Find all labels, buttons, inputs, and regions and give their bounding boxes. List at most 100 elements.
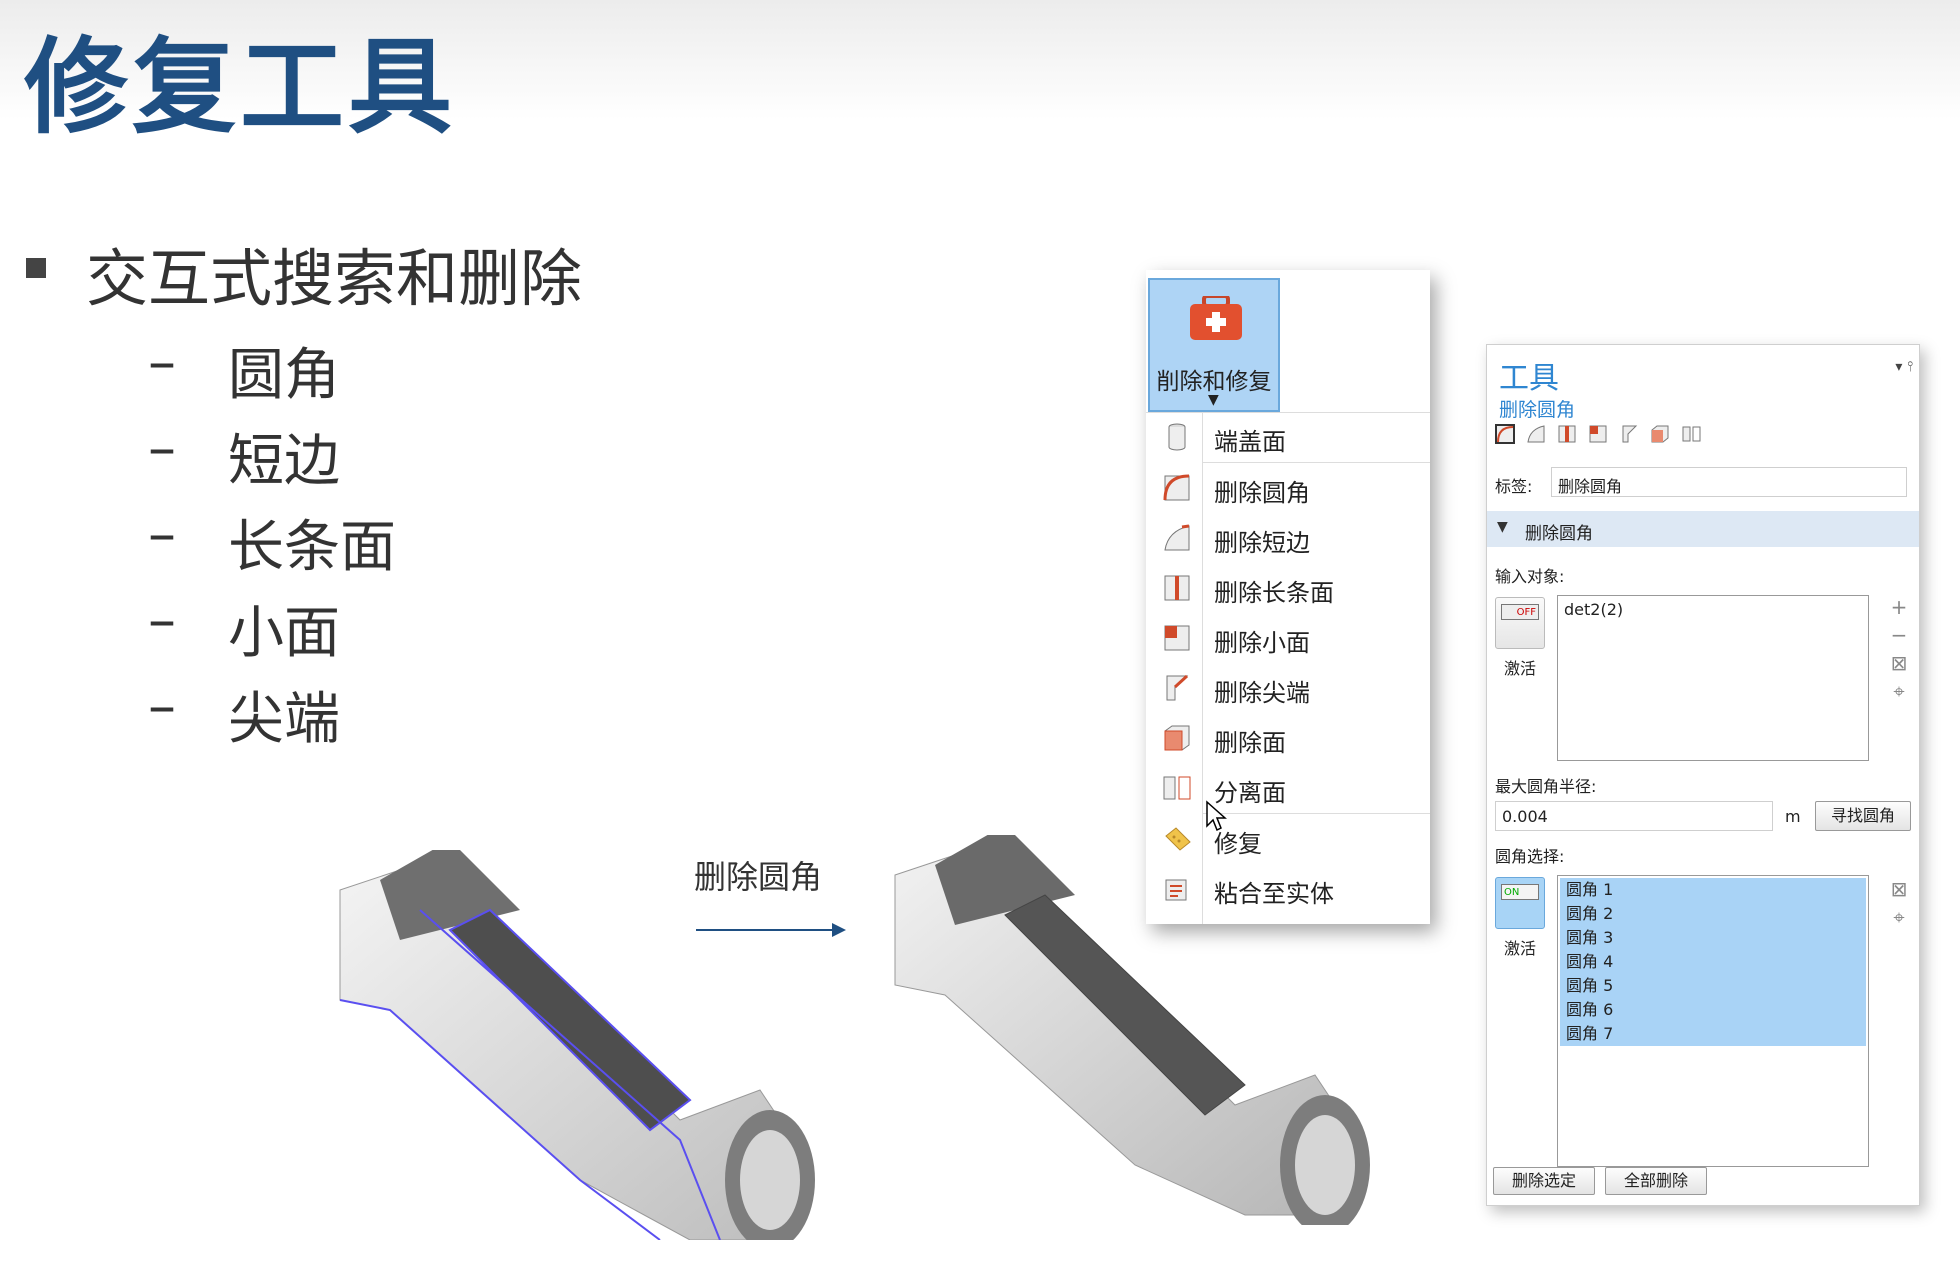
menu-item-label: 端盖面 bbox=[1214, 428, 1286, 456]
mouse-cursor-icon bbox=[1206, 800, 1227, 832]
input-objects-label: 输入对象: bbox=[1495, 567, 1565, 586]
input-object-item[interactable]: det2(2) bbox=[1558, 596, 1868, 623]
fillet-list-item[interactable]: 圆角 6 bbox=[1560, 998, 1866, 1022]
menu-item-knit-to-solid[interactable]: 粘合至实体 bbox=[1146, 864, 1430, 914]
delete-short-edge-toolbar-icon[interactable] bbox=[1526, 424, 1546, 444]
sub-bullet-text: 短边 bbox=[228, 429, 340, 494]
panel-toolbar bbox=[1495, 423, 1708, 447]
menu-item-delete-short-edges[interactable]: 删除短边 bbox=[1146, 513, 1430, 563]
first-aid-kit-icon bbox=[1190, 296, 1242, 340]
delete-all-button[interactable]: 全部删除 bbox=[1605, 1167, 1707, 1195]
label-row: 标签: 删除圆角 bbox=[1495, 467, 1907, 499]
panel-subtitle: 删除圆角 bbox=[1499, 399, 1576, 421]
fillet-list-item[interactable]: 圆角 5 bbox=[1560, 974, 1866, 998]
sub-bullet-text: 尖端 bbox=[228, 687, 340, 752]
label-caption: 标签: bbox=[1495, 477, 1533, 496]
activate-label: 激活 bbox=[1503, 659, 1536, 678]
sub-bullet-dash: – bbox=[148, 588, 176, 653]
bullet-square bbox=[26, 258, 46, 278]
fillet-selection-listbox[interactable]: 圆角 1 圆角 2 圆角 3 圆角 4 圆角 5 圆角 6 圆角 7 bbox=[1557, 875, 1869, 1167]
menu-item-delete-small-faces[interactable]: 删除小面 bbox=[1146, 613, 1430, 663]
activate-toggle-on-button[interactable]: ON bbox=[1495, 877, 1545, 929]
menu-item-delete-sliver-faces[interactable]: 删除长条面 bbox=[1146, 563, 1430, 613]
delete-small-face-toolbar-icon[interactable] bbox=[1588, 424, 1608, 444]
panel-menu-caret-icon[interactable]: ▾ bbox=[1895, 359, 1902, 375]
knit-to-solid-icon bbox=[1165, 879, 1187, 901]
remove-icon[interactable]: − bbox=[1889, 621, 1909, 649]
menu-item-delete-spikes[interactable]: 删除尖端 bbox=[1146, 663, 1430, 713]
clear-selection-icon[interactable]: ⊠ bbox=[1889, 875, 1909, 903]
delete-face-toolbar-icon[interactable] bbox=[1650, 424, 1670, 444]
detach-face-toolbar-icon[interactable] bbox=[1682, 424, 1702, 444]
menu-item-label: 删除尖端 bbox=[1214, 679, 1310, 707]
collapse-caret-icon: ▼ bbox=[1497, 519, 1508, 535]
menu-item-delete-faces[interactable]: 删除面 bbox=[1146, 713, 1430, 763]
delete-and-repair-button[interactable]: 削除和修复 ▼ bbox=[1148, 278, 1280, 412]
sub-bullet-dash: – bbox=[148, 330, 176, 395]
activate-toggle-off-button[interactable]: OFF bbox=[1495, 597, 1545, 649]
zoom-to-selection-icon[interactable]: ⌖ bbox=[1889, 903, 1909, 931]
caret-down-icon: ▼ bbox=[1208, 392, 1219, 408]
fillet-list-item[interactable]: 圆角 7 bbox=[1560, 1022, 1866, 1046]
fillet-list-item[interactable]: 圆角 1 bbox=[1560, 878, 1866, 902]
delete-selected-button[interactable]: 删除选定 bbox=[1493, 1167, 1595, 1195]
on-badge: ON bbox=[1501, 884, 1539, 900]
radius-unit: m bbox=[1785, 807, 1801, 826]
menu-item-label: 删除面 bbox=[1214, 729, 1286, 757]
fillet-list-item[interactable]: 圆角 2 bbox=[1560, 902, 1866, 926]
fillet-selection-side-toolbar: ⊠ ⌖ bbox=[1889, 875, 1909, 931]
max-radius-label: 最大圆角半径: bbox=[1495, 777, 1597, 796]
slide-title: 修复工具 bbox=[24, 26, 457, 148]
delete-spike-icon bbox=[1166, 674, 1189, 701]
delete-fillet-icon bbox=[1163, 474, 1190, 501]
tool-settings-panel: 工具 ▾ ⫯ 删除圆角 标签: 删除圆角 ▼ 删除圆角 输入对象: OFF 激活… bbox=[1486, 344, 1920, 1206]
menu-item-label: 粘合至实体 bbox=[1214, 880, 1334, 908]
sub-bullet-dash: – bbox=[148, 502, 176, 567]
section-title: 删除圆角 bbox=[1525, 524, 1593, 544]
delete-spike-toolbar-icon[interactable] bbox=[1619, 424, 1639, 444]
menu-item-detach-faces[interactable]: 分离面 bbox=[1146, 763, 1430, 813]
delete-and-repair-menu: 削除和修复 ▼ 端盖面 删除圆角 删除短边 删除长条面 删除小面 删除尖端 删除… bbox=[1146, 270, 1430, 924]
delete-short-edge-icon bbox=[1164, 524, 1190, 551]
menu-list: 端盖面 删除圆角 删除短边 删除长条面 删除小面 删除尖端 删除面 分离面 修复… bbox=[1146, 412, 1430, 914]
clear-selection-icon[interactable]: ⊠ bbox=[1889, 649, 1909, 677]
menu-item-repair[interactable]: 修复 bbox=[1146, 814, 1430, 864]
activate-label: 激活 bbox=[1503, 939, 1536, 958]
fillet-list-item[interactable]: 圆角 3 bbox=[1560, 926, 1866, 950]
zoom-to-selection-icon[interactable]: ⌖ bbox=[1889, 677, 1909, 705]
input-objects-side-toolbar: + − ⊠ ⌖ bbox=[1889, 593, 1909, 705]
sub-bullet-text: 长条面 bbox=[228, 515, 396, 580]
fillet-selection-label: 圆角选择: bbox=[1495, 847, 1565, 866]
menu-item-delete-fillets[interactable]: 删除圆角 bbox=[1146, 463, 1430, 513]
delete-fillet-toolbar-icon[interactable] bbox=[1495, 423, 1515, 444]
sub-bullet-text: 小面 bbox=[228, 601, 340, 666]
sub-bullet-text: 圆角 bbox=[228, 343, 340, 408]
pin-icon[interactable]: ⫯ bbox=[1907, 359, 1913, 375]
input-objects-listbox[interactable]: det2(2) bbox=[1557, 595, 1869, 761]
detach-face-icon bbox=[1163, 776, 1191, 800]
arrow-label: 删除圆角 bbox=[694, 858, 823, 896]
off-badge: OFF bbox=[1501, 604, 1539, 620]
find-fillets-button[interactable]: 寻找圆角 bbox=[1815, 801, 1911, 831]
menu-header: 削除和修复 ▼ bbox=[1146, 270, 1430, 413]
delete-sliver-face-toolbar-icon[interactable] bbox=[1557, 424, 1577, 444]
fillet-list-item[interactable]: 圆角 4 bbox=[1560, 950, 1866, 974]
sub-bullet-dash: – bbox=[148, 416, 176, 481]
max-radius-input[interactable]: 0.004 bbox=[1495, 801, 1773, 831]
sub-bullet-dash: – bbox=[148, 674, 176, 739]
menu-button-label: 削除和修复 bbox=[1156, 369, 1272, 395]
menu-item-label: 删除长条面 bbox=[1214, 579, 1334, 607]
menu-item-label: 删除小面 bbox=[1214, 629, 1310, 657]
section-header-delete-fillets[interactable]: ▼ 删除圆角 bbox=[1487, 511, 1919, 547]
panel-title: 工具 bbox=[1499, 361, 1559, 396]
add-icon[interactable]: + bbox=[1889, 593, 1909, 621]
panel-controls: ▾ ⫯ bbox=[1895, 359, 1913, 375]
label-field[interactable]: 删除圆角 bbox=[1551, 467, 1907, 497]
delete-face-icon bbox=[1164, 725, 1190, 751]
menu-item-label: 删除圆角 bbox=[1214, 479, 1310, 507]
connecting-rod-before-image bbox=[339, 850, 815, 1240]
cylinder-icon bbox=[1168, 423, 1186, 451]
menu-item-cap-faces[interactable]: 端盖面 bbox=[1146, 412, 1430, 462]
bullet-main-text: 交互式搜索和删除 bbox=[86, 242, 583, 315]
repair-icon bbox=[1165, 827, 1191, 851]
